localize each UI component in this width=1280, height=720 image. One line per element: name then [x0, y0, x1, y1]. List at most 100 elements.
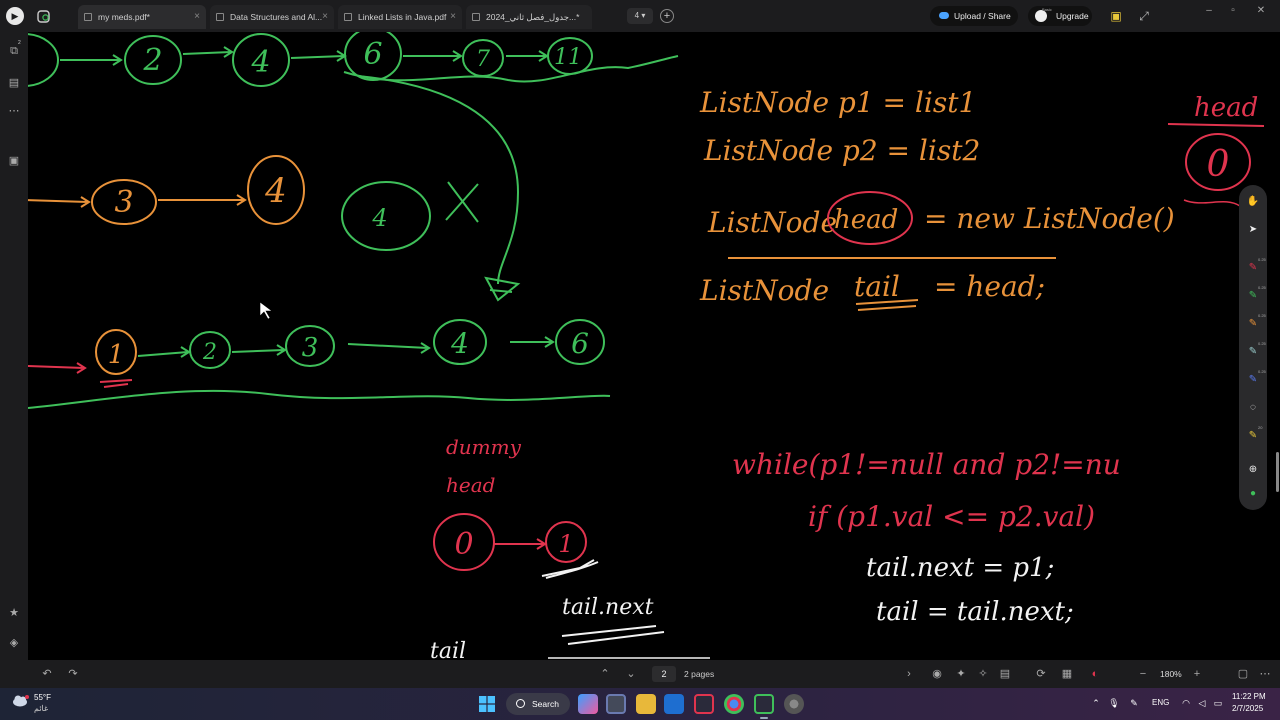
tab-schedule[interactable]: جدول_فصل ثاني_2024...*: [466, 5, 592, 29]
orange-pen-icon[interactable]: ✎: [1246, 317, 1260, 331]
weather-condition: غائم: [34, 704, 49, 713]
note-line-3-suffix: = new ListNode(): [924, 202, 1175, 235]
volume-icon[interactable]: ◁: [1196, 697, 1208, 709]
node-value: 3: [302, 333, 319, 363]
store-app-icon[interactable]: [606, 694, 626, 714]
minimize-icon[interactable]: –: [1198, 4, 1220, 18]
tab-close-icon[interactable]: ×: [450, 5, 456, 29]
note-line-4-prefix: ListNode: [699, 274, 829, 307]
upgrade-button[interactable]: Basic Upgrade: [1028, 6, 1092, 26]
copilot-app-icon[interactable]: [578, 694, 598, 714]
intellij-icon[interactable]: [694, 694, 714, 714]
next-icon[interactable]: ›: [902, 667, 916, 681]
vertical-scrollbar[interactable]: [1276, 452, 1279, 492]
tool-size: 0.25: [1258, 369, 1266, 374]
tab-close-icon[interactable]: ×: [322, 5, 328, 29]
add-tool-icon[interactable]: ⊕: [1246, 463, 1260, 477]
highlighter-icon[interactable]: ✎: [1246, 429, 1260, 443]
current-page-input[interactable]: 2: [652, 666, 676, 682]
battery-icon[interactable]: ▭: [1212, 697, 1224, 709]
tab-close-icon[interactable]: ×: [194, 5, 200, 29]
tray-overflow-icon[interactable]: ⌃: [1090, 697, 1102, 709]
zoom-level[interactable]: 180%: [1160, 667, 1182, 681]
close-window-icon[interactable]: ✕: [1250, 4, 1272, 18]
windows-start-icon[interactable]: [479, 696, 495, 712]
view-eye-icon[interactable]: ◉: [930, 667, 944, 681]
total-pages: 2 pages: [684, 669, 715, 679]
note-icon[interactable]: ▤: [998, 667, 1012, 681]
rotate-icon[interactable]: ⟳: [1034, 667, 1048, 681]
file-explorer-icon[interactable]: [636, 694, 656, 714]
extension-icon[interactable]: ✧: [976, 667, 990, 681]
zoom-in-icon[interactable]: +: [1190, 667, 1204, 681]
loop-notes: while(p1!=null and p2!=nu if (p1.val <= …: [732, 448, 1121, 627]
clock-time[interactable]: 11:22 PM: [1232, 692, 1266, 701]
more-icon[interactable]: ⋯: [7, 104, 21, 118]
tab-label: جدول_فصل ثاني_2024...*: [486, 12, 580, 22]
tab-list-dropdown[interactable]: 4 ▾: [627, 8, 653, 24]
windows-taskbar: 55°F غائم Search ⌃ 🎙 ✎ ENG ◠ ◁ ▭ 11:22 P…: [0, 688, 1280, 720]
home-icon[interactable]: [36, 8, 52, 24]
page-up-icon[interactable]: ⌃: [598, 667, 612, 681]
pages-icon[interactable]: ⧉: [7, 44, 21, 58]
weather-cloud-icon[interactable]: [12, 694, 30, 708]
node-value: 6: [363, 37, 382, 72]
pdf-file-icon: [472, 13, 480, 21]
add-sparkle-icon[interactable]: ✦: [954, 667, 968, 681]
browser-app-icon[interactable]: [784, 694, 804, 714]
favorites-icon[interactable]: ★: [7, 606, 21, 620]
pointer-tool-icon[interactable]: ➤: [1246, 223, 1260, 237]
mouse-cursor: [259, 301, 273, 320]
upload-share-button[interactable]: Upload / Share: [930, 6, 1018, 26]
expand-icon[interactable]: ⤢: [1136, 8, 1152, 24]
cloud-icon: [939, 12, 949, 19]
page-down-icon[interactable]: ⌄: [624, 667, 638, 681]
maximize-icon[interactable]: ▫: [1222, 4, 1244, 18]
wifi-icon[interactable]: ◠: [1180, 697, 1192, 709]
more-options-icon[interactable]: ⋯: [1258, 667, 1272, 681]
chrome-icon[interactable]: [724, 694, 744, 714]
bottom-toolbar: ↶ ↷ ⌃ ⌄ 2 2 pages › ◉ ✦ ✧ ▤ ⟳ ▦ ◐ − 180%…: [0, 660, 1280, 688]
language-indicator[interactable]: ENG: [1152, 698, 1169, 707]
layers-icon[interactable]: ◈: [7, 636, 21, 650]
whiteboard-canvas[interactable]: 1 2 4 6 7 11 3 4: [28, 32, 1280, 660]
palette-icon[interactable]: ◐: [1088, 667, 1102, 681]
hand-tool-icon[interactable]: ✋: [1246, 195, 1260, 209]
node-value: 0: [1207, 144, 1230, 185]
lasso-icon[interactable]: ◌: [1246, 401, 1260, 415]
redo-icon[interactable]: ↷: [66, 667, 80, 681]
bookmark-panel-icon[interactable]: ▣: [7, 154, 21, 168]
tab-label: my meds.pdf*: [98, 12, 150, 22]
red-pen-icon[interactable]: ✎: [1246, 261, 1260, 275]
color-picker-icon[interactable]: ●: [1246, 487, 1260, 501]
undo-icon[interactable]: ↶: [40, 667, 54, 681]
whiteboard-app-icon[interactable]: [754, 694, 774, 714]
green-pen-icon[interactable]: ✎: [1246, 289, 1260, 303]
microphone-icon[interactable]: 🎙: [1108, 697, 1120, 709]
merged-values: 1 2 3 4 6: [108, 327, 589, 370]
tab-my-meds[interactable]: my meds.pdf* ×: [78, 5, 206, 29]
dummy-label: dummy: [446, 435, 522, 459]
tab-count: 4: [634, 11, 640, 20]
app-logo-icon[interactable]: ▶: [6, 7, 24, 25]
new-tab-button[interactable]: +: [660, 9, 674, 23]
dummy-head-diagram: dummy head 0 1 tail.next tail: [430, 435, 710, 660]
search-label: Search: [532, 699, 559, 709]
grid-icon[interactable]: ▦: [1060, 667, 1074, 681]
taskbar-search[interactable]: Search: [506, 693, 570, 715]
highlight-icon[interactable]: ▣: [1108, 8, 1124, 24]
book-icon[interactable]: ▤: [7, 76, 21, 90]
tool-size: 20: [1258, 425, 1263, 430]
zoom-out-icon[interactable]: −: [1136, 667, 1150, 681]
tab-linked-lists[interactable]: Linked Lists in Java.pdf ×: [338, 5, 462, 29]
blue-pen-icon[interactable]: ✎: [1246, 373, 1260, 387]
clock-date[interactable]: 2/7/2025: [1232, 704, 1263, 713]
plan-label: Basic: [1042, 7, 1052, 12]
active-app-indicator: [760, 717, 768, 719]
vscode-icon[interactable]: [664, 694, 684, 714]
tab-data-structures[interactable]: Data Structures and Al... ×: [210, 5, 334, 29]
fit-page-icon[interactable]: ▢: [1236, 667, 1250, 681]
pen-tray-icon[interactable]: ✎: [1128, 697, 1140, 709]
cyan-pen-icon[interactable]: ✎: [1246, 345, 1260, 359]
note-line-1: ListNode p1 = list1: [699, 86, 976, 119]
